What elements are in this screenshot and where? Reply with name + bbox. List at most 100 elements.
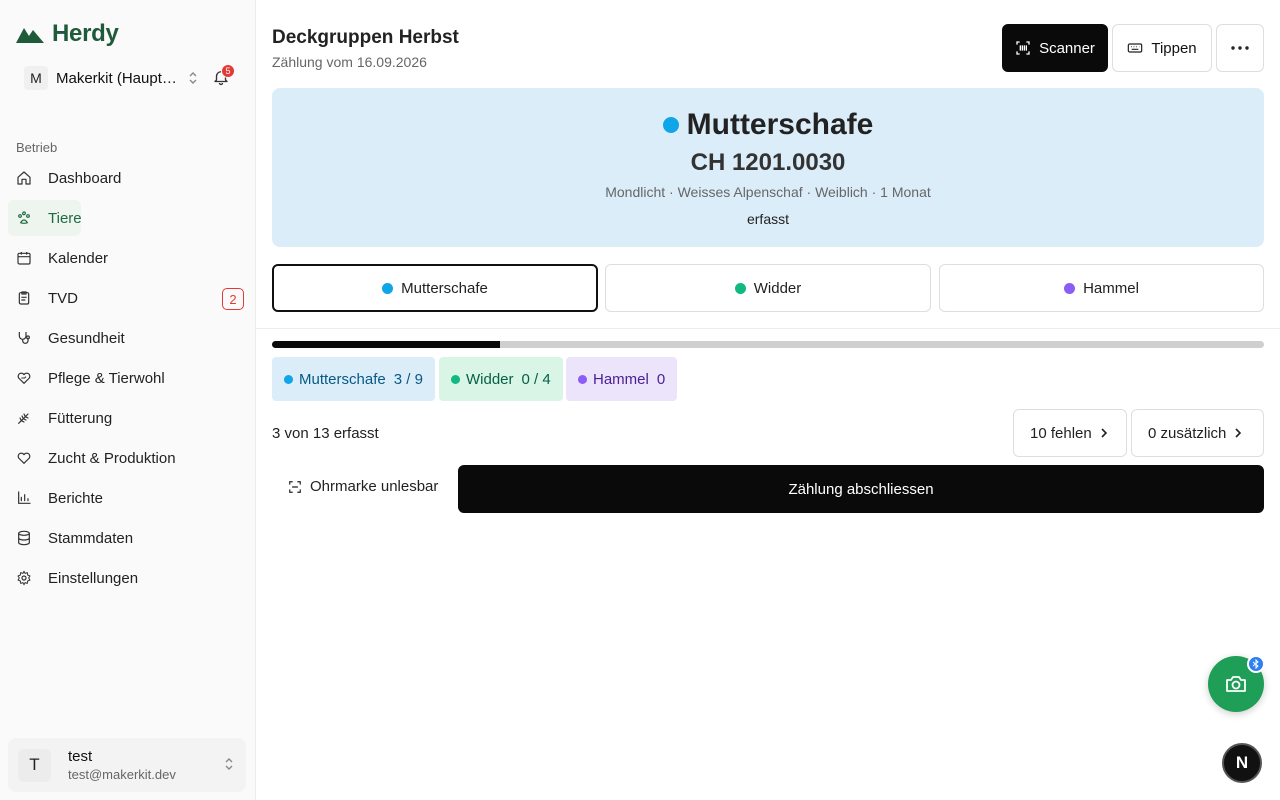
tippen-label: Tippen	[1151, 39, 1197, 57]
page-title: Deckgruppen Herbst	[272, 27, 459, 48]
finish-count-label: Zählung abschliessen	[788, 480, 934, 498]
sidebar-item-tiere[interactable]: Tiere	[8, 200, 82, 236]
heart-icon	[16, 450, 32, 466]
camera-icon	[1226, 676, 1246, 692]
nav-section-label: Betrieb	[16, 140, 58, 155]
chip-hammel[interactable]: Hammel 0	[566, 357, 678, 401]
assistant-letter: N	[1235, 753, 1249, 772]
user-email: test@makerkit.dev	[68, 767, 176, 782]
gear-icon	[16, 570, 32, 586]
category-color-dot	[662, 117, 679, 133]
sidebar-item-stammdaten[interactable]: Stammdaten	[8, 520, 248, 556]
chip-mutterschafe[interactable]: Mutterschafe 3 / 9	[272, 357, 435, 401]
sidebar-item-einstellungen[interactable]: Einstellungen	[8, 560, 248, 596]
finish-count-button[interactable]: Zählung abschliessen	[458, 465, 1264, 513]
category-tab-label: Widder	[753, 279, 802, 297]
scanner-button[interactable]: Scanner	[1002, 24, 1108, 72]
org-avatar: M	[24, 66, 48, 90]
heart-hand-icon	[16, 370, 32, 386]
current-category: Mutterschafe	[272, 108, 1264, 142]
app-name: Herdy	[52, 20, 119, 47]
chevron-up-down-icon	[186, 69, 200, 87]
chip-widder[interactable]: Widder 0 / 4	[439, 357, 563, 401]
paw-icon	[16, 210, 32, 226]
sidebar-item-gesundheit[interactable]: Gesundheit	[8, 320, 248, 356]
chevron-up-down-icon	[224, 756, 234, 777]
chip-label: Mutterschafe	[299, 370, 386, 388]
chip-count: 3 / 9	[393, 370, 423, 388]
current-animal-banner: Mutterschafe CH 1201.0030 Mondlicht · We…	[272, 88, 1264, 247]
category-color-dot	[1064, 282, 1076, 294]
sidebar-item-tvd[interactable]: TVD 2	[8, 280, 248, 316]
category-tab-hammel[interactable]: Hammel	[939, 264, 1264, 312]
assistant-button[interactable]: N	[1222, 743, 1262, 783]
user-menu[interactable]: T test test@makerkit.dev	[8, 738, 246, 792]
sidebar-item-label: TVD	[48, 289, 78, 307]
missing-label: 10 fehlen	[1030, 424, 1092, 442]
sidebar-item-label: Dashboard	[48, 169, 122, 187]
org-switcher[interactable]: M Makerkit (Hauptbetrieb)	[24, 64, 236, 92]
more-horizontal-icon	[1231, 46, 1249, 50]
chip-label: Widder	[466, 370, 514, 388]
calendar-icon	[16, 250, 32, 266]
sidebar-item-fuetterung[interactable]: Fütterung	[8, 400, 248, 436]
chevron-right-icon	[1235, 428, 1242, 438]
user-avatar: T	[18, 748, 51, 782]
bar-chart-icon	[16, 490, 32, 506]
sidebar-item-label: Gesundheit	[48, 329, 125, 347]
bluetooth-icon	[1247, 655, 1265, 673]
category-tab-mutterschafe[interactable]: Mutterschafe	[272, 264, 598, 312]
category-tab-widder[interactable]: Widder	[605, 264, 931, 312]
sidebar-item-label: Kalender	[48, 249, 109, 267]
chip-count: 0 / 4	[521, 370, 551, 388]
wheat-icon	[16, 410, 32, 426]
chip-count: 0	[656, 370, 666, 388]
more-options-button[interactable]	[1216, 24, 1264, 72]
sidebar-item-label: Berichte	[48, 489, 104, 507]
tippen-button[interactable]: Tippen	[1112, 24, 1212, 72]
scan-frame-icon	[289, 480, 301, 493]
ear-tag-number: CH 1201.0030	[690, 149, 846, 176]
category-color-dot	[451, 374, 460, 384]
sidebar-item-label: Tiere	[48, 209, 82, 227]
category-tab-label: Hammel	[1083, 279, 1139, 297]
extra-animals-button[interactable]: 0 zusätzlich	[1131, 409, 1264, 457]
animal-description: Mondlicht · Weisses Alpenschaf · Weiblic…	[605, 184, 931, 200]
sidebar-item-label: Einstellungen	[48, 569, 139, 587]
sidebar-item-label: Fütterung	[48, 409, 113, 427]
sidebar-item-pflege[interactable]: Pflege & Tierwohl	[8, 360, 248, 396]
home-icon	[16, 170, 32, 186]
unreadable-tag-label: Ohrmarke unlesbar	[310, 478, 439, 495]
sidebar-item-kalender[interactable]: Kalender	[8, 240, 248, 276]
barcode-scan-icon	[1016, 41, 1030, 55]
scanner-label: Scanner	[1039, 39, 1095, 57]
keyboard-icon	[1128, 43, 1143, 53]
category-color-dot	[284, 374, 293, 384]
tvd-count-badge: 2	[222, 288, 244, 310]
category-tab-label: Mutterschafe	[401, 279, 488, 297]
mountain-logo-icon	[16, 28, 44, 43]
unreadable-tag-button[interactable]: Ohrmarke unlesbar	[288, 478, 438, 495]
sidebar-item-label: Stammdaten	[48, 529, 134, 547]
count-summary: 3 von 13 erfasst	[272, 425, 379, 442]
sidebar-item-berichte[interactable]: Berichte	[8, 480, 248, 516]
clipboard-icon	[16, 290, 32, 306]
stethoscope-icon	[16, 330, 32, 346]
extra-label: 0 zusätzlich	[1148, 424, 1227, 442]
sidebar-item-label: Zucht & Produktion	[48, 449, 176, 467]
sidebar-item-zucht[interactable]: Zucht & Produktion	[8, 440, 248, 476]
capture-status: erfasst	[746, 211, 789, 227]
user-info: test test@makerkit.dev	[68, 748, 176, 782]
sidebar-item-dashboard[interactable]: Dashboard	[8, 160, 248, 196]
section-divider	[256, 328, 1280, 329]
count-progress-fill	[272, 341, 501, 348]
missing-animals-button[interactable]: 10 fehlen	[1013, 409, 1127, 457]
chip-label: Hammel	[593, 370, 649, 388]
category-color-dot	[382, 282, 394, 294]
category-color-dot	[578, 374, 587, 384]
chevron-right-icon	[1101, 428, 1107, 438]
page-subtitle: Zählung vom 16.09.2026	[272, 54, 427, 70]
app-logo[interactable]: Herdy	[16, 20, 119, 48]
current-category-label: Mutterschafe	[686, 108, 874, 141]
sidebar-nav: Dashboard Tiere Kalender TVD 2 Gesundhei…	[8, 160, 248, 600]
